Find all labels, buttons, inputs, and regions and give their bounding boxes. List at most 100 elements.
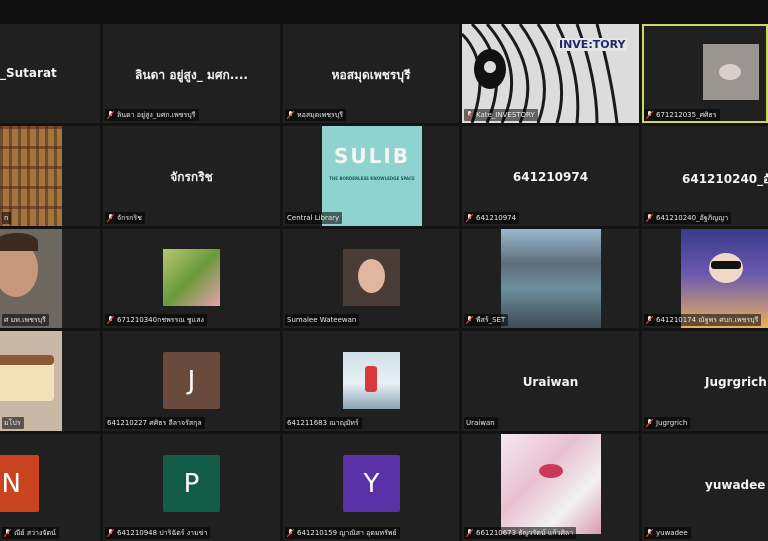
muted-mic-icon xyxy=(466,214,473,222)
participant-tile[interactable]: _Sutarat xyxy=(0,24,100,123)
participant-label: 641210227 ศศิธร ลีลาจรัสกุล xyxy=(105,417,205,429)
participant-tile[interactable]: มโปร xyxy=(0,331,100,431)
participant-label-text: 671210340กชพรรณ ชูแสง xyxy=(117,315,204,324)
participant-label: 641210948 ปาริฉัตร์ งามข่า xyxy=(105,527,211,539)
participant-tile[interactable]: yuwadee yuwadee xyxy=(642,434,768,541)
participant-tile[interactable]: จักรกริช จักรกริช xyxy=(103,126,280,226)
muted-mic-icon xyxy=(4,529,11,537)
muted-mic-icon xyxy=(466,111,473,119)
profile-photo xyxy=(163,249,220,306)
muted-mic-icon xyxy=(466,316,473,324)
participant-name: ลินดา อยู่สูง_ มศก.... xyxy=(135,68,248,82)
profile-photo xyxy=(703,44,759,100)
participant-grid: _Sutarat ลินดา อยู่สูง_ มศก.... ลินดา อย… xyxy=(0,24,768,541)
participant-label: จักรกริช xyxy=(105,212,145,224)
participant-tile[interactable]: ลินดา อยู่สูง_ มศก.... ลินดา อยู่สูง_มศก… xyxy=(103,24,280,123)
participant-label-text: n xyxy=(4,214,9,222)
participant-tile[interactable]: 641210974 641210974 xyxy=(462,126,639,226)
participant-tile[interactable]: Y 641210159 ญาณิสา อุดมทรัพย์ xyxy=(283,434,459,541)
participant-tile[interactable]: SULIB THE BORDERLESS KNOWLEDGE SPACE Cen… xyxy=(283,126,459,226)
participant-label: Kate_INVESTORY xyxy=(464,109,538,121)
landscape-image xyxy=(501,229,601,328)
participant-tile[interactable]: P 641210948 ปาริฉัตร์ งามข่า xyxy=(103,434,280,541)
participant-label: พีสร้_SET xyxy=(464,314,509,326)
muted-mic-icon xyxy=(287,529,294,537)
top-bar xyxy=(0,0,768,24)
anime-art-image xyxy=(501,434,601,534)
participant-label: 641210240_อัฐภิญญา xyxy=(644,212,732,224)
avatar-initial: Y xyxy=(343,455,400,512)
participant-tile[interactable]: Uraiwan Uraiwan xyxy=(462,331,639,431)
participant-label-text: มโปร xyxy=(4,418,21,427)
participant-name: _Sutarat xyxy=(0,66,57,80)
muted-mic-icon xyxy=(646,419,653,427)
participant-tile[interactable]: Jugrgrich Jugrgrich xyxy=(642,331,768,431)
muted-mic-icon xyxy=(107,316,114,324)
participant-label: หอสมุดเพชรบุรี xyxy=(285,109,346,121)
participant-tile[interactable]: INVE:TORY Kate_INVESTORY xyxy=(462,24,639,123)
participant-tile[interactable]: 671210340กชพรรณ ชูแสง xyxy=(103,229,280,328)
muted-mic-icon xyxy=(107,111,114,119)
participant-label: n xyxy=(2,212,12,224)
participant-label-text: 641210174 ณัฐพร ศบก.เพชรบุรี xyxy=(656,315,759,324)
participant-label-text: ณีย์ สว่างจัตน์ xyxy=(14,528,56,537)
profile-photo xyxy=(343,352,400,409)
participant-label-text: 661210673 ธัญวรัตน์ แก้วศิลา xyxy=(476,528,574,537)
participant-label: 661210673 ธัญวรัตน์ แก้วศิลา xyxy=(464,527,577,539)
participant-tile[interactable]: 641211683 ณาญุมัทร์ xyxy=(283,331,459,431)
participant-tile[interactable]: พีสร้_SET xyxy=(462,229,639,328)
participant-tile[interactable]: 641210174 ณัฐพร ศบก.เพชรบุรี xyxy=(642,229,768,328)
participant-label-text: 641211683 ณาญุมัทร์ xyxy=(287,418,359,427)
participant-name: Uraiwan xyxy=(522,375,579,389)
participant-tile[interactable]: ศ มท.เพชรบุรี xyxy=(0,229,100,328)
cake-image xyxy=(0,331,62,431)
muted-mic-icon xyxy=(646,529,653,537)
participant-tile[interactable]: 661210673 ธัญวรัตน์ แก้วศิลา xyxy=(462,434,639,541)
participant-label: มโปร xyxy=(2,417,24,429)
participant-label: ลินดา อยู่สูง_มศก.เพชรบุรี xyxy=(105,109,199,121)
participant-label-text: Sumalee Wateewan xyxy=(287,316,357,324)
avatar-initial: N xyxy=(0,455,39,512)
sulib-tagline: THE BORDERLESS KNOWLEDGE SPACE xyxy=(329,176,415,181)
participant-label-text: Jugrgrich xyxy=(656,419,688,427)
participant-label: 641210159 ญาณิสา อุดมทรัพย์ xyxy=(285,527,400,539)
participant-label: 671212035_ศศิธร xyxy=(644,109,720,121)
participant-tile[interactable]: 641210240_อัฐภิ 641210240_อัฐภิญญา xyxy=(642,126,768,226)
participant-label: Sumalee Wateewan xyxy=(285,314,360,326)
participant-label-text: ศ มท.เพชรบุรี xyxy=(4,315,46,324)
participant-label: 641210174 ณัฐพร ศบก.เพชรบุรี xyxy=(644,314,762,326)
participant-tile[interactable]: N ณีย์ สว่างจัตน์ xyxy=(0,434,100,541)
participant-name: Jugrgrich xyxy=(705,375,767,389)
participant-name: หอสมุดเพชรบุรี xyxy=(331,68,411,82)
participant-label-text: พีสร้_SET xyxy=(476,315,506,324)
muted-mic-icon xyxy=(646,316,653,324)
participant-label: 671210340กชพรรณ ชูแสง xyxy=(105,314,207,326)
avatar-initial: J xyxy=(163,352,220,409)
profile-photo xyxy=(343,249,400,306)
participant-tile[interactable]: n xyxy=(0,126,100,226)
participant-tile[interactable]: J 641210227 ศศิธร ลีลาจรัสกุล xyxy=(103,331,280,431)
participant-label: 641210974 xyxy=(464,212,520,224)
participant-label-text: 671212035_ศศิธร xyxy=(656,110,717,119)
participant-name: 641210240_อัฐภิ xyxy=(682,172,768,186)
participant-label-text: ลินดา อยู่สูง_มศก.เพชรบุรี xyxy=(117,110,196,119)
video-bookshelf xyxy=(0,126,62,226)
muted-mic-icon xyxy=(466,529,473,537)
avatar-initial: P xyxy=(163,455,220,512)
participant-label-text: 641210948 ปาริฉัตร์ งามข่า xyxy=(117,528,208,537)
participant-label: yuwadee xyxy=(644,527,691,539)
participant-label-text: 641210159 ญาณิสา อุดมทรัพย์ xyxy=(297,528,397,537)
participant-tile[interactable]: Sumalee Wateewan xyxy=(283,229,459,328)
sulib-logo-image: SULIB THE BORDERLESS KNOWLEDGE SPACE xyxy=(322,126,422,226)
muted-mic-icon xyxy=(107,529,114,537)
participant-label-text: จักรกริช xyxy=(117,213,142,222)
participant-tile[interactable]: หอสมุดเพชรบุรี หอสมุดเพชรบุรี xyxy=(283,24,459,123)
participant-tile-active[interactable]: 671212035_ศศิธร xyxy=(642,24,768,123)
sulib-logo-text: SULIB xyxy=(333,144,411,168)
participant-label: Central Library xyxy=(285,212,343,224)
participant-name: yuwadee xyxy=(705,478,766,492)
participant-name: 641210974 xyxy=(512,170,589,184)
muted-mic-icon xyxy=(287,111,294,119)
muted-mic-icon xyxy=(107,214,114,222)
participant-label-text: 641210240_อัฐภิญญา xyxy=(656,213,729,222)
